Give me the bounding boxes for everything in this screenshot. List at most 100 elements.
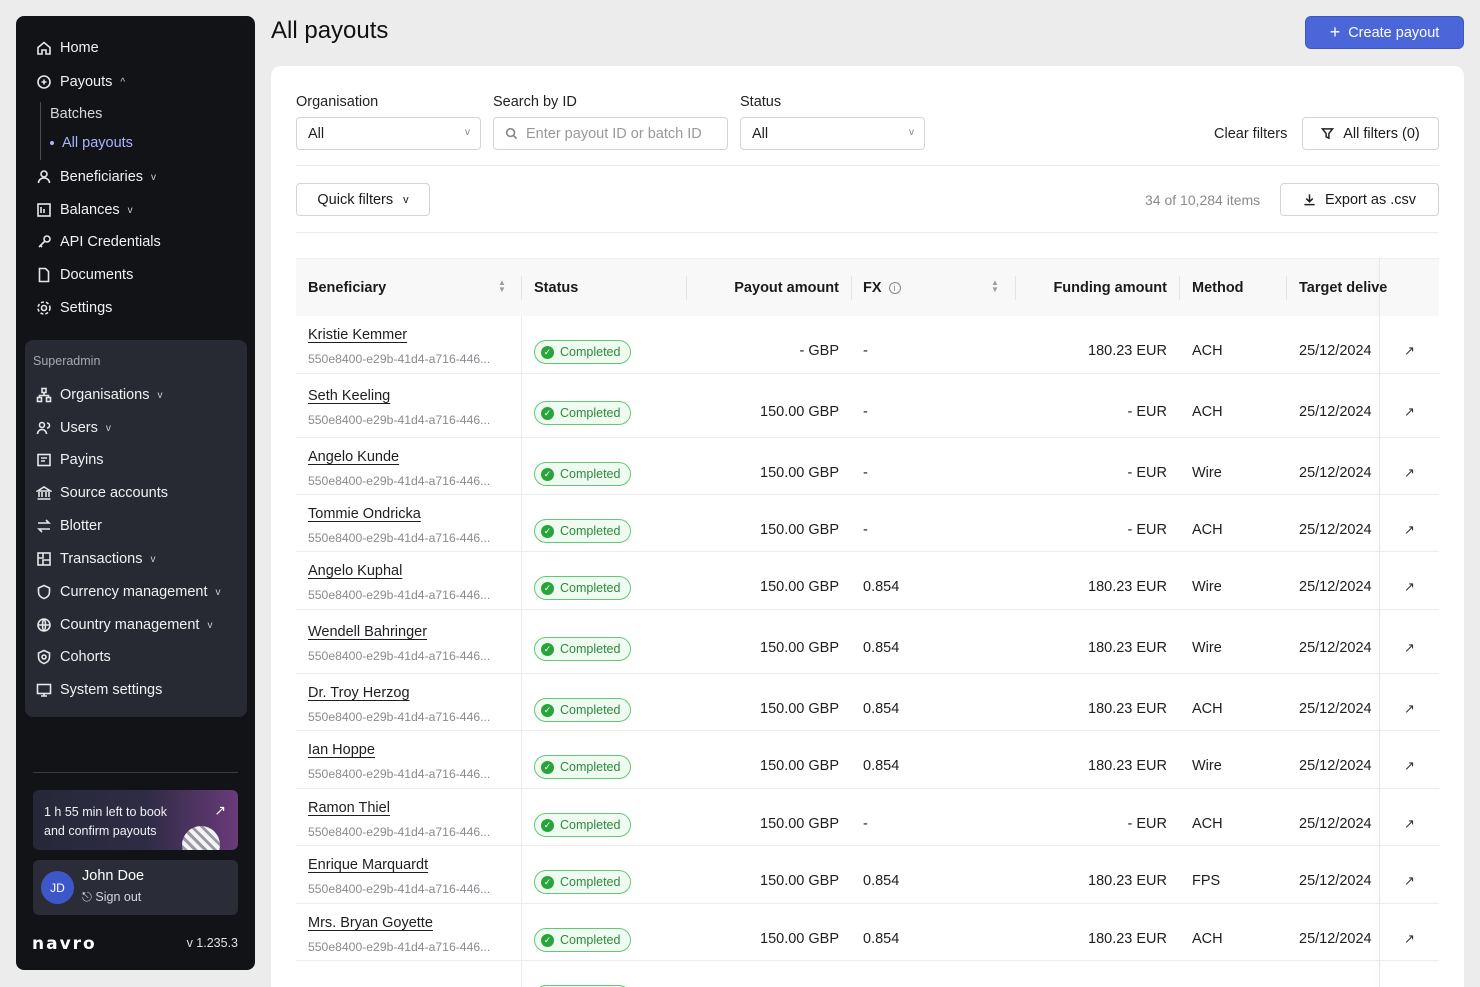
payout-id: 550e8400-e29b-41d4-a716-446... [308,882,491,896]
all-filters-button[interactable]: All filters (0) [1302,117,1439,150]
open-payout-icon[interactable]: ↗ [1404,343,1415,359]
sidebar-item-batches[interactable]: Batches [50,106,102,122]
open-payout-icon[interactable]: ↗ [1404,404,1415,420]
payout-id: 550e8400-e29b-41d4-a716-446... [308,710,491,724]
open-payout-icon[interactable]: ↗ [1404,522,1415,538]
table-row[interactable]: Dr. Troy Herzog 550e8400-e29b-41d4-a716-4… [296,674,1439,731]
user-name: John Doe [82,868,145,884]
sidebar-item-payins[interactable]: Payins [36,449,104,471]
user-card: JD John Doe ⎋ Sign out [33,860,238,915]
beneficiary-link[interactable]: Tommie Ondricka [308,506,421,522]
booking-deadline-banner[interactable]: 1 h 55 min left to book and confirm payo… [33,790,238,850]
status-badge: ✓ Completed [534,401,632,425]
sidebar-item-settings[interactable]: Settings [36,297,112,319]
search-input[interactable]: Enter payout ID or batch ID [493,117,728,150]
column-header-status: Status [534,280,579,296]
check-circle-icon: ✓ [541,406,554,420]
organisation-select[interactable]: All v [296,117,481,150]
open-payout-icon[interactable]: ↗ [1404,579,1415,595]
quick-filters-button[interactable]: Quick filters v [296,183,430,216]
payout-amount: 150.00 GBP [760,701,839,717]
table-row[interactable]: Enrique Marquardt 550e8400-e29b-41d4-a716… [296,846,1439,904]
sidebar-item-balances[interactable]: Balances v [36,199,133,221]
table-row[interactable]: Angelo Kunde 550e8400-e29b-41d4-a716-446.… [296,438,1439,495]
table-row[interactable]: Tommie Ondricka 550e8400-e29b-41d4-a716-4… [296,495,1439,552]
funding-amount: - EUR [1127,522,1167,538]
sidebar-item-label: Payouts [60,74,113,90]
open-payout-icon[interactable]: ↗ [1404,758,1415,774]
table-row[interactable]: Wendell Bahringer 550e8400-e29b-41d4-a716… [296,610,1439,674]
column-header-beneficiary[interactable]: Beneficiary [308,280,386,296]
sidebar-item-source-accounts[interactable]: Source accounts [36,482,168,504]
export-csv-button[interactable]: Export as .csv [1280,183,1439,216]
table-row[interactable]: Mrs. Bryan Goyette 550e8400-e29b-41d4-a71… [296,904,1439,961]
sidebar-item-payouts[interactable]: Payouts ^ [36,71,125,93]
beneficiary-link[interactable]: Ian Hoppe [308,742,375,758]
beneficiary-link[interactable]: Ramon Thiel [308,800,390,816]
beneficiary-link[interactable]: Angelo Kunde [308,449,399,465]
sidebar-item-users[interactable]: Users v [36,417,111,439]
table-row[interactable]: Angelo Kuphal 550e8400-e29b-41d4-a716-446… [296,552,1439,610]
open-payout-icon[interactable]: ↗ [1404,816,1415,832]
search-placeholder: Enter payout ID or batch ID [526,125,702,142]
create-payout-label: Create payout [1348,24,1440,41]
quick-filters-label: Quick filters [317,191,394,208]
fx-rate: - [863,816,868,832]
sidebar-item-home[interactable]: Home [36,37,99,59]
create-payout-button[interactable]: + Create payout [1305,16,1464,49]
open-payout-icon[interactable]: ↗ [1404,701,1415,717]
beneficiary-link[interactable]: Wendell Bahringer [308,624,427,640]
sidebar-item-beneficiaries[interactable]: Beneficiaries v [36,166,156,188]
beneficiary-link[interactable]: Angelo Kuphal [308,563,402,579]
payout-id: 550e8400-e29b-41d4-a716-446... [308,825,491,839]
table-header: Beneficiary ▲ ▼ Status Payout amount FX i … [296,259,1439,316]
sort-icon[interactable]: ▲ ▼ [498,279,506,294]
sidebar-item-all-payouts[interactable]: All payouts [50,135,133,151]
sidebar-item-organisations[interactable]: Organisations v [36,384,162,406]
sidebar-item-label: Settings [60,300,113,316]
payment-method: Wire [1192,640,1222,656]
sign-out-link[interactable]: ⎋ Sign out [82,890,141,905]
sidebar-item-blotter[interactable]: Blotter [36,515,102,537]
status-text: Completed [560,581,621,595]
payout-amount: 150.00 GBP [760,816,839,832]
open-payout-icon[interactable]: ↗ [1404,465,1415,481]
table-row[interactable]: 550e8400-e29b-41d4-a716-446...✓Completed… [296,961,1439,987]
clear-filters-button[interactable]: Clear filters [1214,126,1287,142]
payment-method: Wire [1192,465,1222,481]
transfer-icon [37,519,51,533]
check-circle-icon: ✓ [541,345,554,359]
sidebar-item-system-settings[interactable]: System settings [36,679,162,701]
table-row[interactable]: Ramon Thiel 550e8400-e29b-41d4-a716-446..… [296,789,1439,846]
status-select[interactable]: All v [740,117,925,150]
sidebar-item-label: Cohorts [60,649,111,665]
info-icon[interactable]: i [888,282,901,294]
sidebar-item-documents[interactable]: Documents [36,264,133,286]
sidebar-item-api-credentials[interactable]: API Credentials [36,231,161,253]
table-row[interactable]: Kristie Kemmer 550e8400-e29b-41d4-a716-44… [296,316,1439,374]
payout-amount: 150.00 GBP [760,640,839,656]
check-circle-icon: ✓ [541,642,554,656]
table-row[interactable]: Seth Keeling 550e8400-e29b-41d4-a716-446.… [296,374,1439,438]
sort-icon[interactable]: ▲ ▼ [991,279,999,294]
sidebar-item-transactions[interactable]: Transactions v [36,548,155,570]
open-payout-icon[interactable]: ↗ [1404,873,1415,889]
navro-logo: navro [32,934,97,954]
status-badge: ✓ Completed [534,928,632,952]
sidebar-item-currency-management[interactable]: Currency management v [36,581,221,603]
beneficiary-link[interactable]: Dr. Troy Herzog [308,685,410,701]
fx-rate: - [863,343,868,359]
beneficiary-link[interactable]: Mrs. Bryan Goyette [308,915,433,931]
sidebar-item-cohorts[interactable]: Cohorts [36,646,111,668]
payins-icon [37,453,51,467]
open-payout-icon[interactable]: ↗ [1404,931,1415,947]
beneficiary-link[interactable]: Seth Keeling [308,388,390,404]
sidebar-item-label: Users [60,420,98,436]
check-circle-icon: ✓ [541,703,554,717]
payment-method: ACH [1192,522,1223,538]
beneficiary-link[interactable]: Kristie Kemmer [308,327,407,343]
beneficiary-link[interactable]: Enrique Marquardt [308,857,428,873]
open-payout-icon[interactable]: ↗ [1404,640,1415,656]
table-row[interactable]: Ian Hoppe 550e8400-e29b-41d4-a716-446... ✓… [296,731,1439,789]
sidebar-item-country-management[interactable]: Country management v [36,614,212,636]
